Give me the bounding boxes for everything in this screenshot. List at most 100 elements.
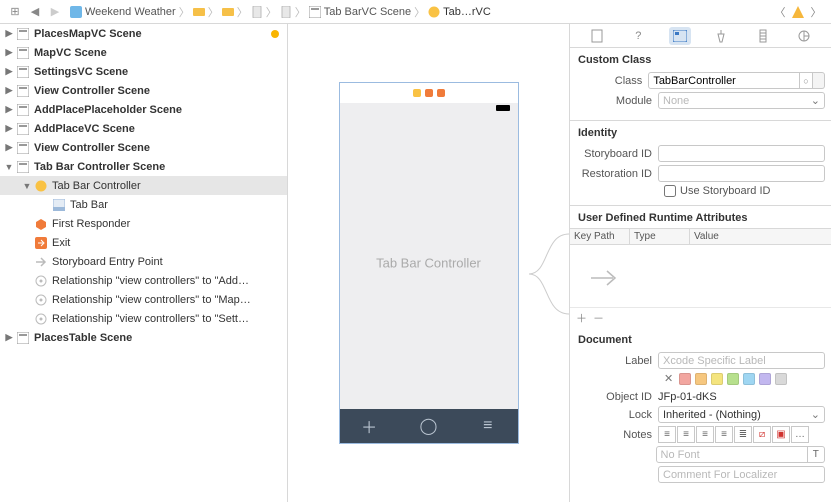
- outline-item-segue[interactable]: Relationship "view controllers" to "Add…: [0, 271, 287, 290]
- swatch[interactable]: [727, 373, 739, 385]
- scene-row[interactable]: ▶View Controller Scene: [0, 81, 287, 100]
- scene-row[interactable]: ▶PlacesMapVC Scene: [0, 24, 287, 43]
- entry-arrow-icon: [591, 269, 619, 287]
- list-icon[interactable]: ≣: [734, 426, 752, 443]
- restoration-id-label: Restoration ID: [576, 168, 658, 180]
- disclosure-down-icon[interactable]: ▼: [22, 181, 32, 191]
- crumb-vc[interactable]: Tab…rVC: [428, 6, 491, 18]
- align-center-icon[interactable]: ≡: [677, 426, 695, 443]
- doc-label-label: Label: [576, 355, 658, 367]
- disclosure-right-icon[interactable]: ▶: [4, 332, 14, 343]
- use-storyboard-id-checkbox[interactable]: [664, 185, 676, 197]
- clear-icon[interactable]: ○: [800, 72, 812, 89]
- more-icon[interactable]: …: [791, 426, 809, 443]
- document-outline[interactable]: ▶PlacesMapVC Scene ▶MapVC Scene ▶Setting…: [0, 24, 288, 502]
- vc-icon: [34, 179, 48, 193]
- remove-attr-button[interactable]: －: [593, 310, 604, 326]
- font-picker-icon[interactable]: T: [808, 446, 825, 463]
- battery-icon: [496, 105, 510, 111]
- outline-item-entry-point[interactable]: Storyboard Entry Point: [0, 252, 287, 271]
- identity-inspector-tab[interactable]: [669, 27, 691, 45]
- crumb-folder[interactable]: [222, 6, 234, 18]
- scene-dock[interactable]: [340, 83, 518, 103]
- disclosure-right-icon[interactable]: ▶: [4, 104, 14, 115]
- scene-row[interactable]: ▶SettingsVC Scene: [0, 62, 287, 81]
- swatch[interactable]: [695, 373, 707, 385]
- nav-prev-issue-icon[interactable]: 〈: [771, 3, 789, 21]
- crumb-file[interactable]: [251, 6, 263, 18]
- crumb-project[interactable]: Weekend Weather: [70, 6, 176, 18]
- localizer-comment-field[interactable]: [658, 466, 825, 483]
- tabbar-icon: [52, 198, 66, 212]
- attributes-inspector-tab[interactable]: [710, 27, 732, 45]
- outline-item-segue[interactable]: Relationship "view controllers" to "Map…: [0, 290, 287, 309]
- add-attr-button[interactable]: ＋: [576, 310, 587, 326]
- disclosure-right-icon[interactable]: ▶: [4, 28, 14, 39]
- file-inspector-tab[interactable]: [586, 27, 608, 45]
- storyboard-icon: [16, 160, 30, 174]
- outline-item-exit[interactable]: Exit: [0, 233, 287, 252]
- crumb-scene[interactable]: Tab BarVC Scene: [309, 6, 411, 18]
- size-inspector-tab[interactable]: [752, 27, 774, 45]
- swatch[interactable]: [759, 373, 771, 385]
- scene-row[interactable]: ▶AddPlaceVC Scene: [0, 119, 287, 138]
- scene-row[interactable]: ▶View Controller Scene: [0, 138, 287, 157]
- align-justify-icon[interactable]: ≡: [715, 426, 733, 443]
- class-field[interactable]: [648, 72, 800, 89]
- exit-icon[interactable]: [437, 89, 445, 97]
- swatch[interactable]: [775, 373, 787, 385]
- swatch[interactable]: [743, 373, 755, 385]
- crumb-file[interactable]: [280, 6, 292, 18]
- col-type[interactable]: Type: [630, 229, 690, 244]
- scene-row-expanded[interactable]: ▼Tab Bar Controller Scene: [0, 157, 287, 176]
- strike-icon[interactable]: ⧄: [753, 426, 771, 443]
- lock-select[interactable]: Inherited - (Nothing): [658, 406, 825, 423]
- crumb-folder[interactable]: [193, 6, 205, 18]
- outline-item-first-responder[interactable]: First Responder: [0, 214, 287, 233]
- folder-icon: [222, 6, 234, 18]
- device-preview[interactable]: Tab Bar Controller ＋ ◯ ≡: [339, 82, 519, 444]
- runtime-attributes-section: User Defined Runtime Attributes Key Path…: [570, 206, 831, 328]
- help-inspector-tab[interactable]: ?: [627, 27, 649, 45]
- inspector-tabs: ?: [570, 24, 831, 48]
- class-label: Class: [576, 75, 648, 87]
- nav-next-issue-icon[interactable]: 〉: [807, 3, 825, 21]
- restoration-id-field[interactable]: [658, 165, 825, 182]
- warning-icon[interactable]: [791, 5, 805, 19]
- outline-item-tabbar[interactable]: Tab Bar: [0, 195, 287, 214]
- storyboard-canvas[interactable]: Tab Bar Controller ＋ ◯ ≡: [288, 24, 569, 502]
- swatch[interactable]: [711, 373, 723, 385]
- swatch[interactable]: [679, 373, 691, 385]
- section-title: Identity: [578, 127, 825, 139]
- module-select[interactable]: None: [658, 92, 825, 109]
- align-right-icon[interactable]: ≡: [696, 426, 714, 443]
- nav-forward-icon[interactable]: ▶: [46, 3, 64, 21]
- vc-icon[interactable]: [413, 89, 421, 97]
- storyboard-id-field[interactable]: [658, 145, 825, 162]
- align-left-icon[interactable]: ≡: [658, 426, 676, 443]
- first-responder-icon[interactable]: [425, 89, 433, 97]
- clear-style-icon[interactable]: ▣: [772, 426, 790, 443]
- font-field[interactable]: [656, 446, 808, 463]
- disclosure-down-icon[interactable]: ▼: [4, 162, 14, 172]
- nav-back-icon[interactable]: ◀: [26, 3, 44, 21]
- col-keypath[interactable]: Key Path: [570, 229, 630, 244]
- clear-color-icon[interactable]: ✕: [664, 372, 673, 385]
- related-items-icon[interactable]: ⊞: [6, 3, 24, 21]
- col-value[interactable]: Value: [690, 229, 831, 244]
- scene-row[interactable]: ▶PlacesTable Scene: [0, 328, 287, 347]
- disclosure-right-icon[interactable]: ▶: [4, 123, 14, 134]
- doc-label-field[interactable]: [658, 352, 825, 369]
- outline-item-segue[interactable]: Relationship "view controllers" to "Sett…: [0, 309, 287, 328]
- disclosure-right-icon[interactable]: ▶: [4, 66, 14, 77]
- disclosure-right-icon[interactable]: ▶: [4, 142, 14, 153]
- scene-row[interactable]: ▶AddPlacePlaceholder Scene: [0, 100, 287, 119]
- disclosure-right-icon[interactable]: ▶: [4, 85, 14, 96]
- scene-row[interactable]: ▶MapVC Scene: [0, 43, 287, 62]
- cube-icon: [34, 217, 48, 231]
- connections-inspector-tab[interactable]: [793, 27, 815, 45]
- class-stepper[interactable]: [813, 72, 825, 89]
- outline-item-vc[interactable]: ▼Tab Bar Controller: [0, 176, 287, 195]
- disclosure-right-icon[interactable]: ▶: [4, 47, 14, 58]
- document-section: Document Label ✕ Object ID: [570, 328, 831, 494]
